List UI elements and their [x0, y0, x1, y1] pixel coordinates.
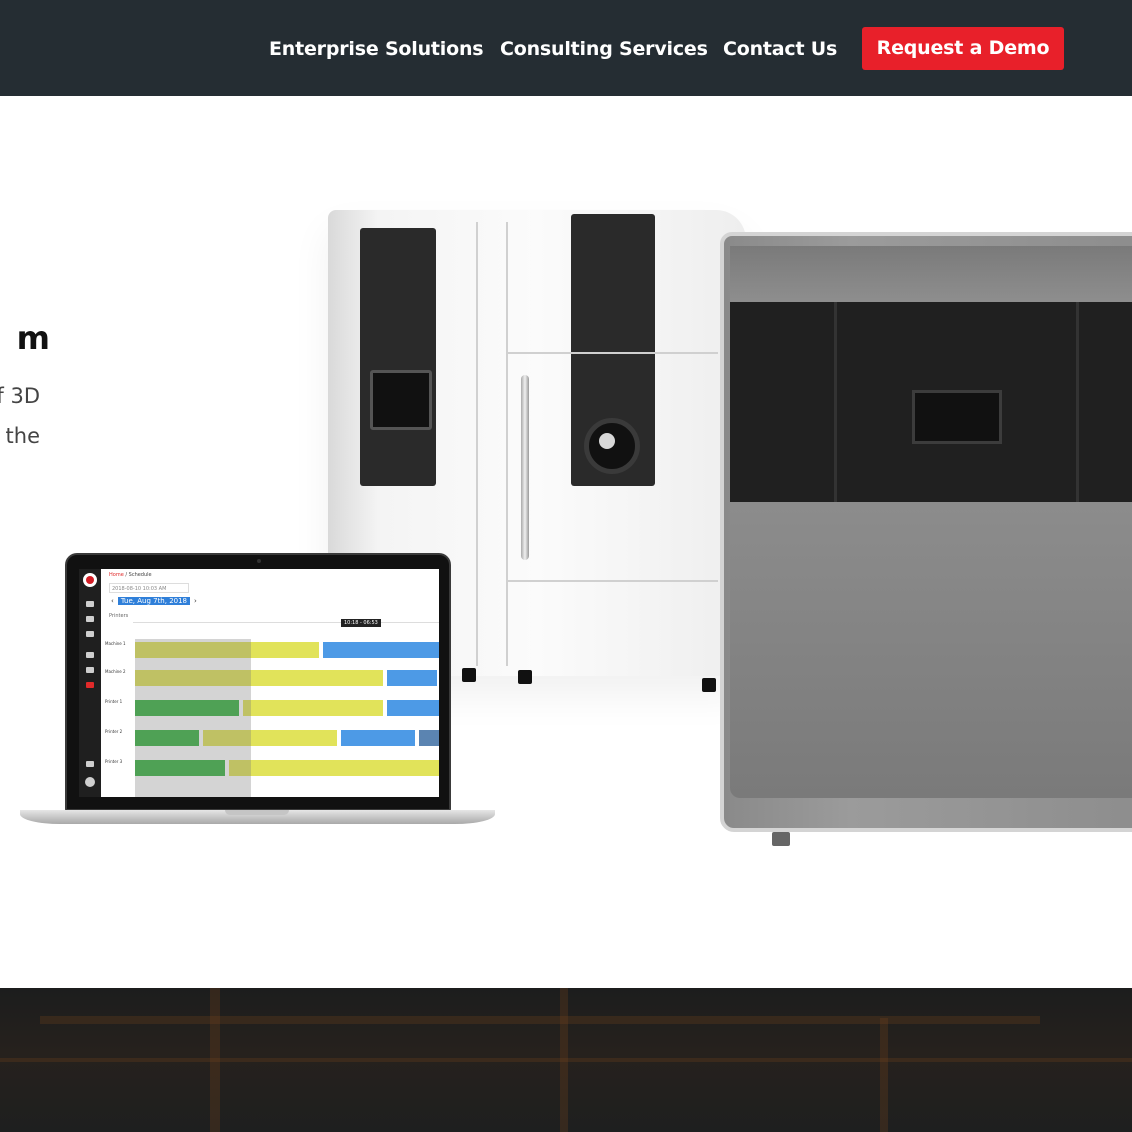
printer-lower-panel [730, 502, 1132, 798]
timeline-header [133, 608, 439, 623]
chevron-right-icon: › [194, 597, 197, 605]
app-logo-icon [83, 573, 97, 587]
square-icon [86, 616, 94, 622]
printer-slot [912, 390, 1002, 444]
printer-seam [506, 580, 718, 582]
breadcrumb-home: Home [109, 572, 124, 578]
tools-icon [86, 601, 94, 607]
background-beam [40, 1016, 1040, 1024]
printer-door-handle [521, 375, 529, 560]
printer-foot [518, 670, 532, 684]
nav-enterprise-solutions[interactable]: Enterprise Solutions [269, 36, 484, 62]
background-beam [880, 1018, 888, 1132]
request-demo-button[interactable]: Request a Demo [862, 27, 1064, 70]
site-header: Enterprise Solutions Consulting Services… [0, 0, 1132, 96]
printer-dial [584, 418, 640, 474]
grey-3d-printer-image [720, 232, 1132, 846]
band-divider [1076, 302, 1079, 502]
chat-icon [86, 631, 94, 637]
avatar-icon [85, 777, 95, 787]
check-icon [86, 652, 94, 658]
printer-screen [370, 370, 432, 430]
date-navigator: ‹ Tue, Aug 7th, 2018 › [111, 597, 197, 607]
chart-icon [86, 761, 94, 767]
time-tooltip: 10:18 - 06:53 [341, 619, 381, 627]
date-display: Tue, Aug 7th, 2018 [117, 597, 191, 605]
app-datetime-field: 2018-08-10 10:03 AM [109, 583, 189, 593]
gantt-bar [341, 730, 415, 746]
printer-foot [702, 678, 716, 692]
hero-description-line-2: n the [0, 424, 40, 448]
gantt-bar [243, 700, 383, 716]
hero-title: m [16, 319, 50, 357]
row-header: Printers [109, 613, 129, 619]
printer-seam [506, 352, 718, 354]
gantt-bar [229, 760, 439, 776]
printer-seam [506, 222, 508, 666]
printer-top-panel [730, 246, 1132, 302]
laptop-camera [257, 559, 261, 563]
dark-background-section [0, 988, 1132, 1132]
band-divider [834, 302, 837, 502]
past-time-overlay [135, 639, 251, 797]
gantt-bar [419, 730, 439, 746]
gantt-bar [323, 642, 439, 658]
nav-consulting-services[interactable]: Consulting Services [500, 36, 708, 62]
laptop-notch [225, 810, 289, 815]
chevron-left-icon: ‹ [111, 597, 114, 605]
gantt-row-label: Printer 2 [105, 729, 123, 734]
gantt-row-label: Machine 2 [105, 669, 126, 674]
nav-contact-us[interactable]: Contact Us [723, 36, 837, 62]
app-main: Home / Schedule 2018-08-10 10:03 AM ‹ Tue… [101, 569, 439, 797]
printer-foot [772, 832, 790, 846]
printer-window-band [730, 302, 1132, 502]
app-breadcrumb: Home / Schedule [109, 572, 152, 578]
laptop-image: Home / Schedule 2018-08-10 10:03 AM ‹ Tue… [65, 553, 451, 811]
background-beam [0, 1058, 1132, 1062]
gantt-bar [387, 670, 437, 686]
gantt-row-label: Printer 1 [105, 699, 123, 704]
stop-icon [86, 682, 94, 688]
breadcrumb-page: Schedule [128, 572, 152, 578]
gantt-row-label: Machine 1 [105, 641, 126, 646]
flag-icon [86, 667, 94, 673]
app-sidebar [79, 569, 101, 797]
laptop-screen: Home / Schedule 2018-08-10 10:03 AM ‹ Tue… [79, 569, 439, 797]
printer-left-panel [360, 228, 436, 486]
gantt-row-label: Printer 3 [105, 759, 123, 764]
gantt-bar [387, 700, 439, 716]
printer-seam [476, 222, 478, 666]
hero-description-line-1: f 3D [0, 384, 40, 408]
printer-foot [462, 668, 476, 682]
